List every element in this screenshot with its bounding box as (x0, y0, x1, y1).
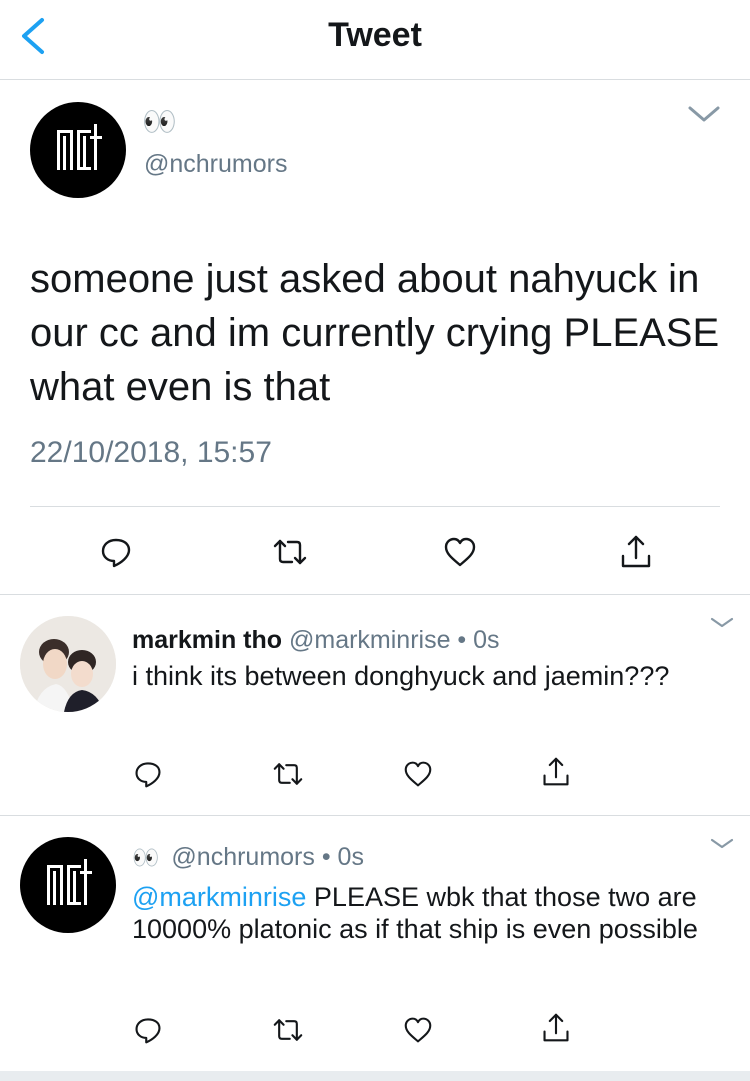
tweet-options-button[interactable] (708, 835, 736, 853)
user-handle[interactable]: @nchrumors (171, 843, 314, 872)
retweet-icon (273, 539, 307, 565)
top-nav-bar: Tweet (0, 0, 750, 80)
reply-tweet: 👀 @nchrumors • 0s @markminrise PLEASE wb… (0, 817, 750, 1071)
like-icon (404, 1017, 432, 1043)
avatar[interactable] (20, 616, 116, 712)
like-icon (444, 537, 476, 567)
bottom-bar (0, 1071, 750, 1081)
share-icon (543, 1013, 569, 1042)
main-tweet: 👀 @nchrumors someone just asked about na… (0, 80, 750, 595)
reply-header: markmin tho @markminrise • 0s (132, 626, 500, 655)
display-name: 👀 (142, 106, 177, 137)
mention-link[interactable]: @markminrise (132, 882, 306, 912)
meta-separator: • (450, 626, 474, 654)
reply-button[interactable] (96, 532, 136, 572)
tweet-options-button[interactable] (708, 614, 736, 632)
tweet-options-button[interactable] (686, 102, 722, 126)
tweet-text: @markminrise PLEASE wbk that those two a… (132, 881, 722, 945)
reply-button[interactable] (128, 754, 168, 794)
reply-time: 0s (473, 626, 500, 654)
reply-icon (135, 1018, 161, 1044)
like-button[interactable] (398, 1010, 438, 1050)
reply-header: 👀 @nchrumors • 0s (132, 843, 364, 872)
user-handle-text: @markminrise (288, 626, 451, 654)
tweet-timestamp: 22/10/2018, 15:57 (30, 436, 272, 469)
reply-tweet: markmin tho @markminrise • 0s i think it… (0, 596, 750, 816)
retweet-icon (273, 1019, 303, 1041)
retweet-button[interactable] (270, 532, 310, 572)
share-button[interactable] (616, 532, 656, 572)
retweet-button[interactable] (268, 1010, 308, 1050)
user-handle[interactable]: @markminrise (289, 626, 451, 654)
tweet-text: i think its between donghyuck and jaemin… (132, 661, 670, 691)
like-button[interactable] (440, 532, 480, 572)
user-handle[interactable]: @nchrumors (144, 150, 287, 179)
caret-down-icon (688, 106, 720, 122)
retweet-icon (273, 763, 303, 785)
divider (30, 506, 720, 507)
like-icon (404, 761, 432, 787)
display-name[interactable]: markmin tho (132, 626, 282, 654)
nct-logo-icon (57, 124, 102, 170)
display-name[interactable]: 👀 (132, 845, 159, 871)
share-icon (543, 757, 569, 786)
like-button[interactable] (398, 754, 438, 794)
share-icon (621, 535, 651, 568)
reply-icon (101, 538, 131, 568)
avatar[interactable] (30, 102, 126, 198)
reply-time: 0s (337, 843, 364, 871)
meta-separator: • (314, 843, 338, 871)
reply-icon (135, 762, 161, 788)
share-button[interactable] (536, 752, 576, 792)
avatar[interactable] (20, 837, 116, 933)
retweet-button[interactable] (268, 754, 308, 794)
page-title: Tweet (328, 16, 422, 54)
tweet-text: someone just asked about nahyuck in our … (30, 257, 720, 409)
caret-down-icon (710, 617, 734, 628)
nct-logo-icon (47, 859, 92, 905)
share-button[interactable] (536, 1008, 576, 1048)
reply-button[interactable] (128, 1010, 168, 1050)
profile-photo-icon (20, 616, 116, 712)
caret-down-icon (710, 838, 734, 849)
